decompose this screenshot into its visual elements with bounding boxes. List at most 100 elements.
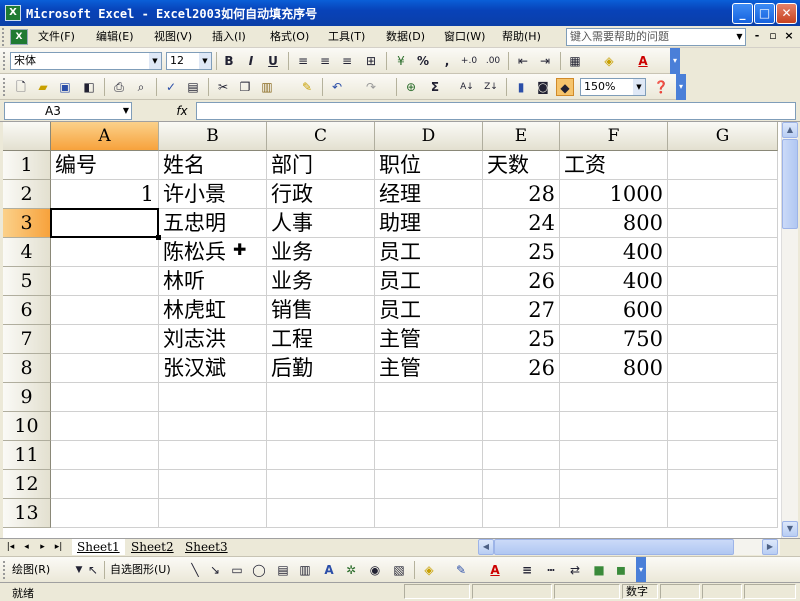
- help-icon[interactable]: ❓: [652, 78, 670, 96]
- cell-d1[interactable]: 职位: [375, 151, 483, 180]
- help-search-input[interactable]: 键入需要帮助的问题: [566, 28, 746, 46]
- cell-a10[interactable]: [51, 412, 159, 441]
- percent-button[interactable]: %: [414, 52, 432, 70]
- camera-icon[interactable]: ◙: [534, 78, 552, 96]
- cell-g10[interactable]: [668, 412, 778, 441]
- column-header-a[interactable]: A: [51, 122, 159, 151]
- toolbar-options-icon[interactable]: ▾: [636, 557, 646, 583]
- toolbar-grip[interactable]: [3, 78, 7, 96]
- cell-d4[interactable]: 员工: [375, 238, 483, 267]
- menu-view[interactable]: 视图(V): [154, 29, 192, 45]
- formula-input[interactable]: [196, 102, 796, 120]
- menu-edit[interactable]: 编辑(E): [96, 29, 134, 45]
- cell-a8[interactable]: [51, 354, 159, 383]
- cell-f3[interactable]: 800: [560, 209, 668, 238]
- cell-d10[interactable]: [375, 412, 483, 441]
- cell-d11[interactable]: [375, 441, 483, 470]
- cell-g13[interactable]: [668, 499, 778, 528]
- column-header-c[interactable]: C: [267, 122, 375, 151]
- zoom-select[interactable]: 150% ▼: [580, 78, 646, 96]
- cell-f13[interactable]: [560, 499, 668, 528]
- copy-icon[interactable]: ❐: [236, 78, 254, 96]
- cell-c5[interactable]: 业务: [267, 267, 375, 296]
- minimize-button[interactable]: _: [732, 3, 753, 24]
- cell-a5[interactable]: [51, 267, 159, 296]
- cell-c9[interactable]: [267, 383, 375, 412]
- redo-icon[interactable]: ↷: [362, 78, 380, 96]
- next-sheet-icon[interactable]: ▸: [36, 540, 49, 555]
- cell-b9[interactable]: [159, 383, 267, 412]
- scroll-up-icon[interactable]: ▲: [782, 122, 798, 138]
- arrow-icon[interactable]: ↘: [206, 561, 224, 579]
- fill-color-icon[interactable]: ◈: [600, 52, 618, 70]
- cell-b7[interactable]: 刘志洪: [159, 325, 267, 354]
- decrease-indent-icon[interactable]: ⇤: [514, 52, 532, 70]
- oval-icon[interactable]: ◯: [250, 561, 268, 579]
- cell-f2[interactable]: 1000: [560, 180, 668, 209]
- new-icon[interactable]: 🗋: [12, 78, 30, 96]
- cell-e1[interactable]: 天数: [483, 151, 560, 180]
- cell-f8[interactable]: 800: [560, 354, 668, 383]
- help-dropdown-icon[interactable]: ▼: [734, 29, 745, 45]
- cell-e11[interactable]: [483, 441, 560, 470]
- doc-close-button[interactable]: ×: [782, 28, 796, 44]
- cell-d6[interactable]: 员工: [375, 296, 483, 325]
- cell-e2[interactable]: 28: [483, 180, 560, 209]
- maximize-button[interactable]: □: [754, 3, 775, 24]
- italic-button[interactable]: I: [242, 52, 260, 70]
- cell-g11[interactable]: [668, 441, 778, 470]
- toolbar-options-icon[interactable]: ▾: [676, 74, 686, 100]
- font-name-select[interactable]: 宋体 ▼: [10, 52, 162, 70]
- cell-d3[interactable]: 助理: [375, 209, 483, 238]
- cell-b3[interactable]: 五忠明: [159, 209, 267, 238]
- cell-d7[interactable]: 主管: [375, 325, 483, 354]
- diagram-icon[interactable]: ✲: [342, 561, 360, 579]
- excel-app-icon[interactable]: X: [5, 5, 21, 21]
- cell-e8[interactable]: 26: [483, 354, 560, 383]
- borders-icon[interactable]: ▦: [566, 52, 584, 70]
- cell-g9[interactable]: [668, 383, 778, 412]
- wordart-icon[interactable]: A: [320, 561, 338, 579]
- format-painter-icon[interactable]: ✎: [298, 78, 316, 96]
- cell-b4[interactable]: 陈松兵: [159, 238, 267, 267]
- cell-f10[interactable]: [560, 412, 668, 441]
- close-button[interactable]: ✕: [776, 3, 797, 24]
- cell-f7[interactable]: 750: [560, 325, 668, 354]
- cell-f9[interactable]: [560, 383, 668, 412]
- drawing-icon[interactable]: ◆: [556, 78, 574, 96]
- horizontal-scroll-thumb[interactable]: [494, 539, 734, 555]
- line-style-icon[interactable]: ≡: [518, 561, 536, 579]
- cell-b1[interactable]: 姓名: [159, 151, 267, 180]
- cell-g1[interactable]: [668, 151, 778, 180]
- cell-c7[interactable]: 工程: [267, 325, 375, 354]
- toolbar-options-icon[interactable]: ▾: [670, 48, 680, 74]
- autoshapes-menu[interactable]: 自选图形(U): [110, 562, 171, 578]
- cell-e4[interactable]: 25: [483, 238, 560, 267]
- vertical-textbox-icon[interactable]: ▥: [296, 561, 314, 579]
- row-header-6[interactable]: 6: [3, 296, 51, 325]
- cell-c2[interactable]: 行政: [267, 180, 375, 209]
- cell-d9[interactable]: [375, 383, 483, 412]
- scroll-right-icon[interactable]: ▶: [762, 539, 778, 555]
- cell-g7[interactable]: [668, 325, 778, 354]
- increase-decimal-icon[interactable]: +.0: [460, 52, 478, 70]
- cell-e3[interactable]: 24: [483, 209, 560, 238]
- align-left-icon[interactable]: ≡: [294, 52, 312, 70]
- insert-function-icon[interactable]: fx: [172, 103, 192, 119]
- cell-b12[interactable]: [159, 470, 267, 499]
- menu-data[interactable]: 数据(D): [386, 29, 425, 45]
- cell-c6[interactable]: 销售: [267, 296, 375, 325]
- cell-e9[interactable]: [483, 383, 560, 412]
- dash-style-icon[interactable]: ┅: [542, 561, 560, 579]
- undo-icon[interactable]: ↶: [328, 78, 346, 96]
- cell-f12[interactable]: [560, 470, 668, 499]
- draw-menu[interactable]: 绘图(R): [12, 562, 50, 578]
- row-header-10[interactable]: 10: [3, 412, 51, 441]
- column-header-e[interactable]: E: [483, 122, 560, 151]
- cell-b13[interactable]: [159, 499, 267, 528]
- cell-g12[interactable]: [668, 470, 778, 499]
- fill-color-icon[interactable]: ◈: [420, 561, 438, 579]
- worksheet-grid[interactable]: A B C D E F G 1 编号 姓名 部门 职位 天数 工资 2 1 许小景 行政 经理 28 1000 3 五忠明人…: [3, 122, 781, 538]
- cell-a7[interactable]: [51, 325, 159, 354]
- cell-a13[interactable]: [51, 499, 159, 528]
